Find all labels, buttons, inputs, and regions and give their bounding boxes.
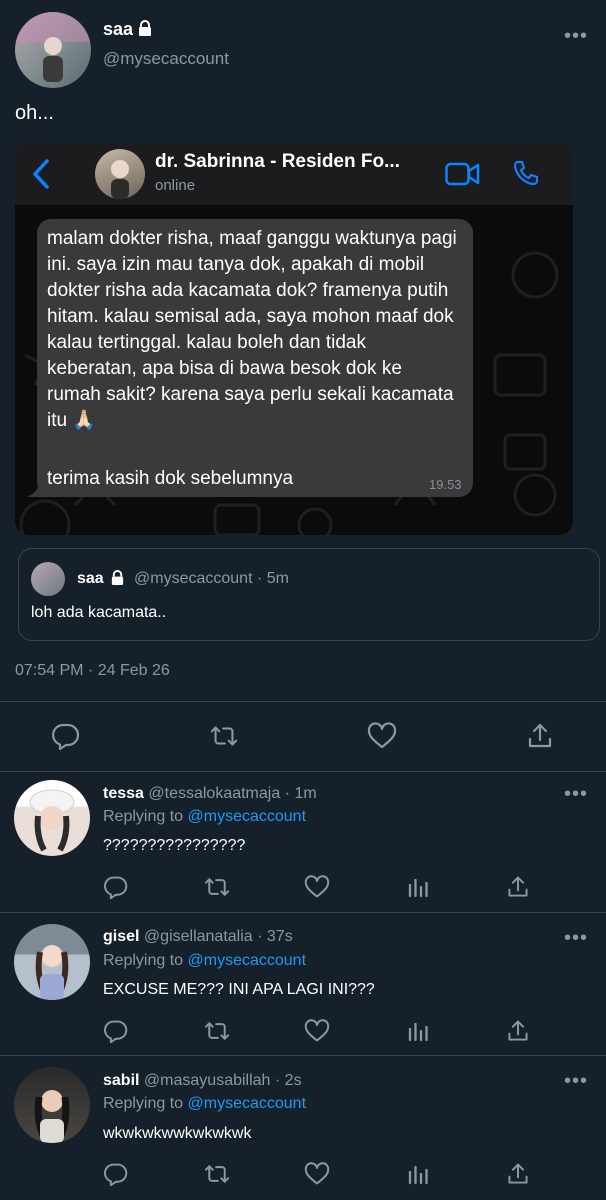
divider <box>0 1055 606 1056</box>
quote-author-avatar[interactable] <box>31 562 65 596</box>
analytics-icon[interactable] <box>403 1159 433 1189</box>
reply-meta: @masayusabillah · 2s <box>143 1072 302 1089</box>
retweet-icon[interactable] <box>202 1159 232 1189</box>
chat-message-text-2: terima kasih dok sebelumnya <box>47 468 294 489</box>
reply-icon[interactable] <box>101 1159 131 1189</box>
tweet-timestamp[interactable]: 07:54 PM · 24 Feb 26 <box>15 662 170 680</box>
analytics-icon[interactable] <box>403 1016 433 1046</box>
chat-message-text: malam dokter risha, maaf ganggu waktunya… <box>47 228 457 431</box>
back-chevron-icon[interactable] <box>31 158 51 190</box>
contact-name[interactable]: dr. Sabrinna - Residen Fo... <box>155 151 400 173</box>
quote-meta: @mysecaccount · 5m <box>134 570 289 587</box>
share-icon[interactable] <box>503 1016 533 1046</box>
quote-text: loh ada kacamata.. <box>31 604 167 621</box>
retweet-icon[interactable] <box>202 1016 232 1046</box>
reply-meta: @tessalokaatmaja · 1m <box>148 785 317 802</box>
replying-to-label: Replying to <box>103 1095 184 1112</box>
reply-meta: @gisellanatalia · 37s <box>143 928 293 945</box>
author-handle[interactable]: @mysecaccount <box>103 49 229 69</box>
chat-message-time: 19.53 <box>429 477 462 492</box>
author-name[interactable]: saa <box>103 19 133 39</box>
divider <box>0 701 606 702</box>
divider <box>0 771 606 772</box>
reply-icon[interactable] <box>51 721 81 751</box>
replying-to-link[interactable]: @mysecaccount <box>188 808 307 825</box>
video-call-icon[interactable] <box>445 161 481 187</box>
reply-avatar-photo <box>29 789 75 852</box>
reply-text: ???????????????? <box>103 837 246 854</box>
divider <box>0 912 606 913</box>
quoted-tweet[interactable] <box>18 548 600 641</box>
share-icon[interactable] <box>503 872 533 902</box>
replying-to-label: Replying to <box>103 808 184 825</box>
share-icon[interactable] <box>525 721 555 751</box>
replying-to-link[interactable]: @mysecaccount <box>188 1095 307 1112</box>
replying-to-label: Replying to <box>103 952 184 969</box>
reply-icon[interactable] <box>101 872 131 902</box>
more-options-icon[interactable]: ••• <box>564 928 588 948</box>
retweet-icon[interactable] <box>209 721 239 751</box>
reply-avatar-photo <box>34 1090 70 1143</box>
reply-name[interactable]: sabil <box>103 1072 139 1089</box>
contact-status: online <box>155 177 196 194</box>
tweet-text: oh... <box>15 102 54 124</box>
analytics-icon[interactable] <box>403 872 433 902</box>
lock-icon <box>137 20 153 37</box>
like-icon[interactable] <box>367 721 397 751</box>
quote-lock-icon <box>110 570 125 586</box>
share-icon[interactable] <box>503 1159 533 1189</box>
tweet-media[interactable]: dr. Sabrinna - Residen Fo... online mala… <box>15 143 573 535</box>
reply-icon[interactable] <box>101 1016 131 1046</box>
avatar-photo <box>15 12 91 82</box>
more-options-icon[interactable]: ••• <box>564 26 588 46</box>
like-icon[interactable] <box>302 1159 332 1189</box>
reply-name[interactable]: tessa <box>103 785 144 802</box>
phone-icon[interactable] <box>512 159 540 187</box>
more-options-icon[interactable]: ••• <box>564 784 588 804</box>
contact-avatar[interactable] <box>95 149 145 199</box>
more-options-icon[interactable]: ••• <box>564 1071 588 1091</box>
bubble-tail <box>27 475 49 497</box>
reply-avatar-photo <box>35 945 69 1000</box>
replying-to-link[interactable]: @mysecaccount <box>188 952 307 969</box>
quote-author-name: saa <box>77 570 104 587</box>
reply-avatar[interactable] <box>14 1067 90 1143</box>
retweet-icon[interactable] <box>202 872 232 902</box>
like-icon[interactable] <box>302 1016 332 1046</box>
reply-avatar[interactable] <box>14 780 90 856</box>
like-icon[interactable] <box>302 872 332 902</box>
contact-photo <box>111 160 129 199</box>
reply-text: wkwkwkwwkwkwkwk <box>103 1125 252 1142</box>
reply-avatar[interactable] <box>14 924 90 1000</box>
reply-name[interactable]: gisel <box>103 928 139 945</box>
reply-text: EXCUSE ME??? INI APA LAGI INI??? <box>103 981 375 998</box>
author-avatar[interactable] <box>15 12 91 88</box>
